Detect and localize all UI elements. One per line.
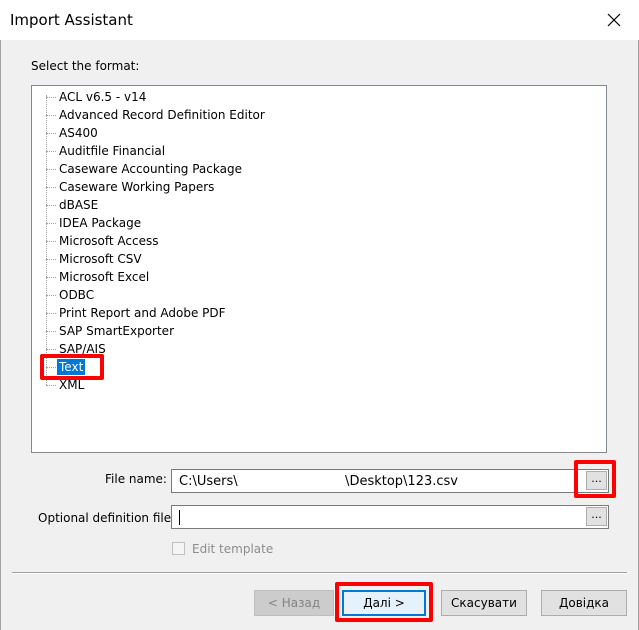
tree-branch-line: [46, 277, 56, 278]
tree-item[interactable]: AS400: [46, 124, 446, 142]
tree-item-label: ACL v6.5 - v14: [59, 90, 147, 104]
tree-branch-line: [46, 295, 56, 296]
file-name-input[interactable]: C:\Users\ \Desktop\123.csv: [171, 469, 609, 493]
tree-branch-line: [46, 367, 56, 368]
tree-branch-line: [46, 205, 56, 206]
tree-item-label: Text: [57, 359, 86, 375]
tree-item[interactable]: Microsoft Excel: [46, 268, 446, 286]
optional-definition-label: Optional definition file:: [38, 511, 176, 525]
tree-item[interactable]: Microsoft Access: [46, 232, 446, 250]
tree-item[interactable]: dBASE: [46, 196, 446, 214]
help-button[interactable]: Довідка: [541, 590, 627, 616]
tree-branch-line: [46, 187, 56, 188]
window-border-left: [0, 40, 1, 630]
back-button[interactable]: < Назад: [254, 590, 334, 616]
tree-item[interactable]: Advanced Record Definition Editor: [46, 106, 446, 124]
tree-item[interactable]: SAP SmartExporter: [46, 322, 446, 340]
tree-item[interactable]: Text: [46, 358, 446, 376]
optional-definition-browse-button[interactable]: ...: [586, 507, 607, 526]
format-tree[interactable]: ACL v6.5 - v14 Advanced Record Definition…: [31, 85, 607, 453]
file-name-label: File name:: [105, 472, 167, 486]
file-browse-button[interactable]: ...: [586, 471, 607, 490]
tree-item[interactable]: SAP/AIS: [46, 340, 446, 358]
tree-branch-line: [46, 241, 56, 242]
edit-template-checkbox[interactable]: [172, 542, 185, 555]
tree-item-label: SAP/AIS: [59, 342, 106, 356]
next-button[interactable]: Далі >: [342, 590, 426, 616]
file-name-value: C:\Users\ \Desktop\123.csv: [179, 474, 458, 489]
tree-item-label: IDEA Package: [59, 216, 142, 230]
tree-item[interactable]: ODBC: [46, 286, 446, 304]
tree-item[interactable]: Caseware Accounting Package: [46, 160, 446, 178]
tree-item-label: dBASE: [59, 198, 99, 212]
tree-branch-line: [46, 169, 56, 170]
button-separator: [12, 572, 627, 574]
tree-branch-line: [46, 115, 56, 116]
tree-item-label: Caseware Accounting Package: [59, 162, 242, 176]
tree-branch-line: [46, 313, 56, 314]
tree-branch-line: [46, 385, 56, 386]
tree-item[interactable]: Microsoft CSV: [46, 250, 446, 268]
tree-branch-line: [46, 133, 56, 134]
tree-item[interactable]: Auditfile Financial: [46, 142, 446, 160]
select-format-label: Select the format:: [31, 59, 140, 73]
text-caret: [179, 510, 180, 525]
optional-definition-input[interactable]: [171, 505, 609, 529]
tree-item[interactable]: Caseware Working Papers: [46, 178, 446, 196]
tree-item-label: XML: [59, 378, 85, 392]
tree-item-label: Microsoft Excel: [59, 270, 150, 284]
tree-branch-line: [46, 349, 56, 350]
window-title: Import Assistant: [10, 11, 133, 29]
tree-item-label: Microsoft Access: [59, 234, 159, 248]
tree-item-label: Auditfile Financial: [59, 144, 166, 158]
tree-item[interactable]: IDEA Package: [46, 214, 446, 232]
tree-item[interactable]: ACL v6.5 - v14: [46, 88, 446, 106]
edit-template-label: Edit template: [192, 542, 274, 556]
tree-item-label: Print Report and Adobe PDF: [59, 306, 226, 320]
cancel-button[interactable]: Скасувати: [441, 590, 527, 616]
title-bar: Import Assistant: [0, 0, 639, 40]
tree-item-label: ODBC: [59, 288, 95, 302]
tree-branch-line: [46, 151, 56, 152]
tree-item[interactable]: XML: [46, 376, 446, 394]
close-icon[interactable]: [601, 7, 627, 33]
tree-item-label: Advanced Record Definition Editor: [59, 108, 265, 122]
tree-item-label: AS400: [59, 126, 98, 140]
tree-item[interactable]: Print Report and Adobe PDF: [46, 304, 446, 322]
tree-branch-line: [46, 259, 56, 260]
tree-branch-line: [46, 223, 56, 224]
tree-item-label: Microsoft CSV: [59, 252, 142, 266]
tree-item-label: Caseware Working Papers: [59, 180, 215, 194]
tree-branch-line: [46, 331, 56, 332]
tree-branch-line: [46, 97, 56, 98]
tree-item-label: SAP SmartExporter: [59, 324, 174, 338]
